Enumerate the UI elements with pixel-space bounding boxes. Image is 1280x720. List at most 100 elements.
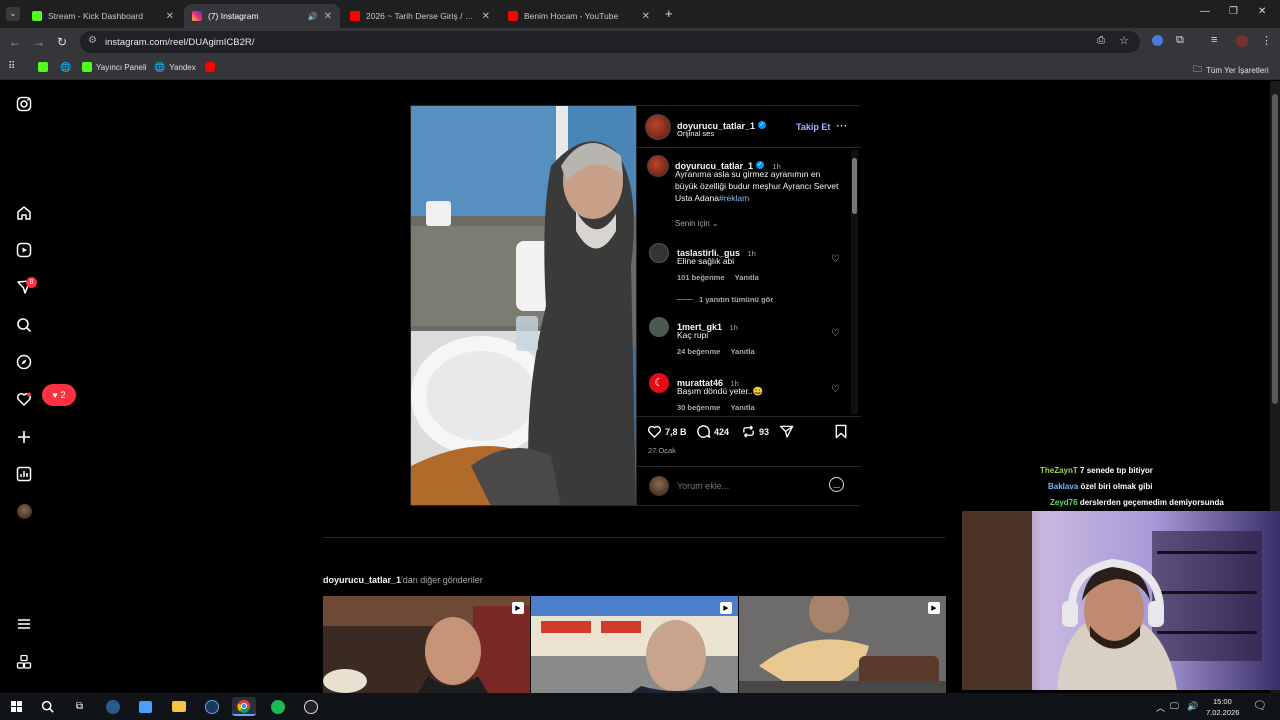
chrome-icon[interactable]	[232, 697, 256, 716]
tab-kick-dashboard[interactable]: Stream - Kick Dashboard ✕	[24, 4, 182, 28]
follow-button[interactable]: Takip Et	[796, 122, 830, 132]
reply-button[interactable]: Yanıtla	[735, 273, 759, 282]
steam-icon[interactable]	[103, 697, 122, 716]
post-thumbnail[interactable]: ▶	[323, 596, 530, 693]
tray-chevron-icon[interactable]: ︿	[1156, 701, 1165, 714]
reload-icon[interactable]: ↻	[57, 35, 67, 49]
new-tab-button[interactable]: +	[665, 6, 673, 21]
youtube-icon	[350, 11, 360, 21]
profile-avatar[interactable]	[1236, 35, 1248, 47]
comment-button[interactable]: 424	[696, 424, 729, 439]
apps-icon[interactable]: ⠿	[8, 61, 15, 72]
close-icon[interactable]: ✕	[642, 11, 650, 22]
site-info-icon[interactable]: ⚙	[88, 35, 97, 46]
dashboard-icon[interactable]	[14, 464, 34, 484]
media-icon[interactable]: ≡	[1211, 34, 1217, 46]
tab-tarih-video[interactable]: 2026 ~ Tarih Derse Giriş / Mehm ✕	[342, 4, 498, 28]
create-icon[interactable]	[14, 427, 34, 447]
back-icon[interactable]: ←	[9, 35, 21, 49]
restore-icon[interactable]: ❐	[1229, 6, 1238, 17]
puzzle-icon[interactable]: ⧉	[1176, 34, 1184, 47]
reply-button[interactable]: Yanıtla	[730, 403, 754, 412]
heart-icon	[647, 425, 662, 438]
task-view-icon[interactable]: ⧉	[70, 697, 89, 716]
page-scrollbar-thumb[interactable]	[1272, 94, 1278, 404]
more-menu-icon[interactable]	[14, 614, 34, 634]
like-button[interactable]: 7,8 B	[647, 424, 687, 439]
spotify-icon[interactable]	[268, 697, 287, 716]
comment-avatar[interactable]	[649, 243, 669, 263]
save-button[interactable]	[834, 424, 848, 444]
network-icon[interactable]: 🖵	[1170, 701, 1179, 712]
more-options-icon[interactable]: ⋯	[836, 119, 847, 132]
bookmark-yandex[interactable]: 🌐 Yandex	[154, 62, 196, 73]
instagram-logo-icon[interactable]	[14, 94, 34, 114]
post-thumbnail[interactable]: ▶	[739, 596, 946, 693]
install-icon[interactable]: ⎙	[1097, 35, 1105, 46]
windows-taskbar: ⧉ ︿ 🖵 🔊 15:00 7.02.2026 🗨	[0, 693, 1280, 720]
comment-like-heart-icon[interactable]: ♡	[831, 254, 840, 265]
obs-icon[interactable]	[301, 697, 320, 716]
windows-start-icon[interactable]	[7, 697, 26, 716]
tab-instagram[interactable]: (7) Instagram 🔊 ✕	[184, 4, 340, 28]
comment-like-heart-icon[interactable]: ♡	[831, 328, 840, 339]
minimize-icon[interactable]: —	[1200, 6, 1210, 17]
comment-input[interactable]	[677, 479, 817, 493]
comment-sort-dropdown[interactable]: Senin için ⌄	[675, 219, 719, 228]
profile-avatar-icon[interactable]	[14, 501, 34, 521]
store-icon[interactable]	[136, 697, 155, 716]
close-icon[interactable]: ✕	[166, 11, 174, 22]
reply-button[interactable]: Yanıtla	[730, 347, 754, 356]
share-button[interactable]	[779, 424, 794, 444]
bookmark-youtube[interactable]	[205, 62, 215, 72]
comment-avatar[interactable]	[649, 317, 669, 337]
comment-text: Kaç rupi	[677, 330, 709, 340]
taskbar-time[interactable]: 15:00	[1213, 697, 1232, 706]
threads-apps-icon[interactable]	[14, 652, 34, 672]
close-icon[interactable]: ✕	[324, 11, 332, 22]
kick-icon	[38, 62, 48, 72]
reel-video[interactable]	[411, 106, 636, 505]
sort-label: Senin için	[675, 219, 710, 228]
bookmark-star-icon[interactable]: ☆	[1119, 34, 1129, 47]
notifications-heart-icon[interactable]	[14, 389, 34, 409]
speaker-icon[interactable]: 🔊	[308, 12, 318, 21]
home-icon[interactable]	[14, 203, 34, 223]
caption-avatar[interactable]	[647, 155, 669, 177]
close-window-icon[interactable]: ✕	[1258, 6, 1266, 17]
forward-icon[interactable]: →	[33, 35, 45, 49]
extension-icon[interactable]	[1152, 35, 1163, 46]
all-bookmarks[interactable]: 🗀 Tüm Yer İşaretleri	[1193, 62, 1269, 78]
steam-icon[interactable]	[202, 697, 221, 716]
volume-icon[interactable]: 🔊	[1187, 701, 1198, 712]
comments-scrollbar-thumb[interactable]	[852, 158, 857, 214]
menu-icon[interactable]: ⋮	[1261, 34, 1272, 47]
bookmark-yayinci-paneli[interactable]: Yayıncı Paneli	[82, 62, 147, 72]
taskbar-date[interactable]: 7.02.2026	[1206, 708, 1239, 717]
file-explorer-icon[interactable]	[169, 697, 188, 716]
notification-center-icon[interactable]: 🗨	[1253, 699, 1267, 712]
comment-like-heart-icon[interactable]: ♡	[831, 384, 840, 395]
explore-icon[interactable]	[14, 352, 34, 372]
more-posts-author[interactable]: doyurucu_tatlar_1	[323, 575, 401, 585]
globe-icon: 🌐	[154, 62, 166, 72]
browser-toolbar: ← → ↻ ⚙ instagram.com/reel/DUAgimICB2R/ …	[0, 28, 1280, 56]
search-icon[interactable]	[38, 697, 57, 716]
repost-button[interactable]: 93	[741, 424, 769, 439]
search-icon[interactable]	[14, 315, 34, 335]
bookmark-globe[interactable]: 🌐	[60, 62, 71, 73]
reels-icon[interactable]	[14, 240, 34, 260]
caption-hashtag[interactable]: #reklam	[719, 193, 749, 203]
likes-notification-pill[interactable]: ♥ 2	[42, 384, 76, 406]
tab-benim-hocam[interactable]: Benim Hocam - YouTube ✕	[500, 4, 658, 28]
bookmark-kick[interactable]	[38, 62, 48, 72]
comment-avatar-flag[interactable]: ☾	[649, 373, 669, 393]
post-thumbnail[interactable]: ▶	[531, 596, 738, 693]
view-replies-link[interactable]: 1 yanıtın tümünü gör	[699, 295, 773, 304]
emoji-icon[interactable]: ‿	[829, 477, 844, 492]
close-icon[interactable]: ✕	[482, 11, 490, 22]
audio-label[interactable]: Orijinal ses	[677, 129, 714, 138]
address-bar[interactable]: ⚙ instagram.com/reel/DUAgimICB2R/	[80, 31, 1140, 53]
tab-search-button[interactable]: ⌄	[6, 7, 20, 21]
author-avatar[interactable]	[645, 114, 671, 140]
